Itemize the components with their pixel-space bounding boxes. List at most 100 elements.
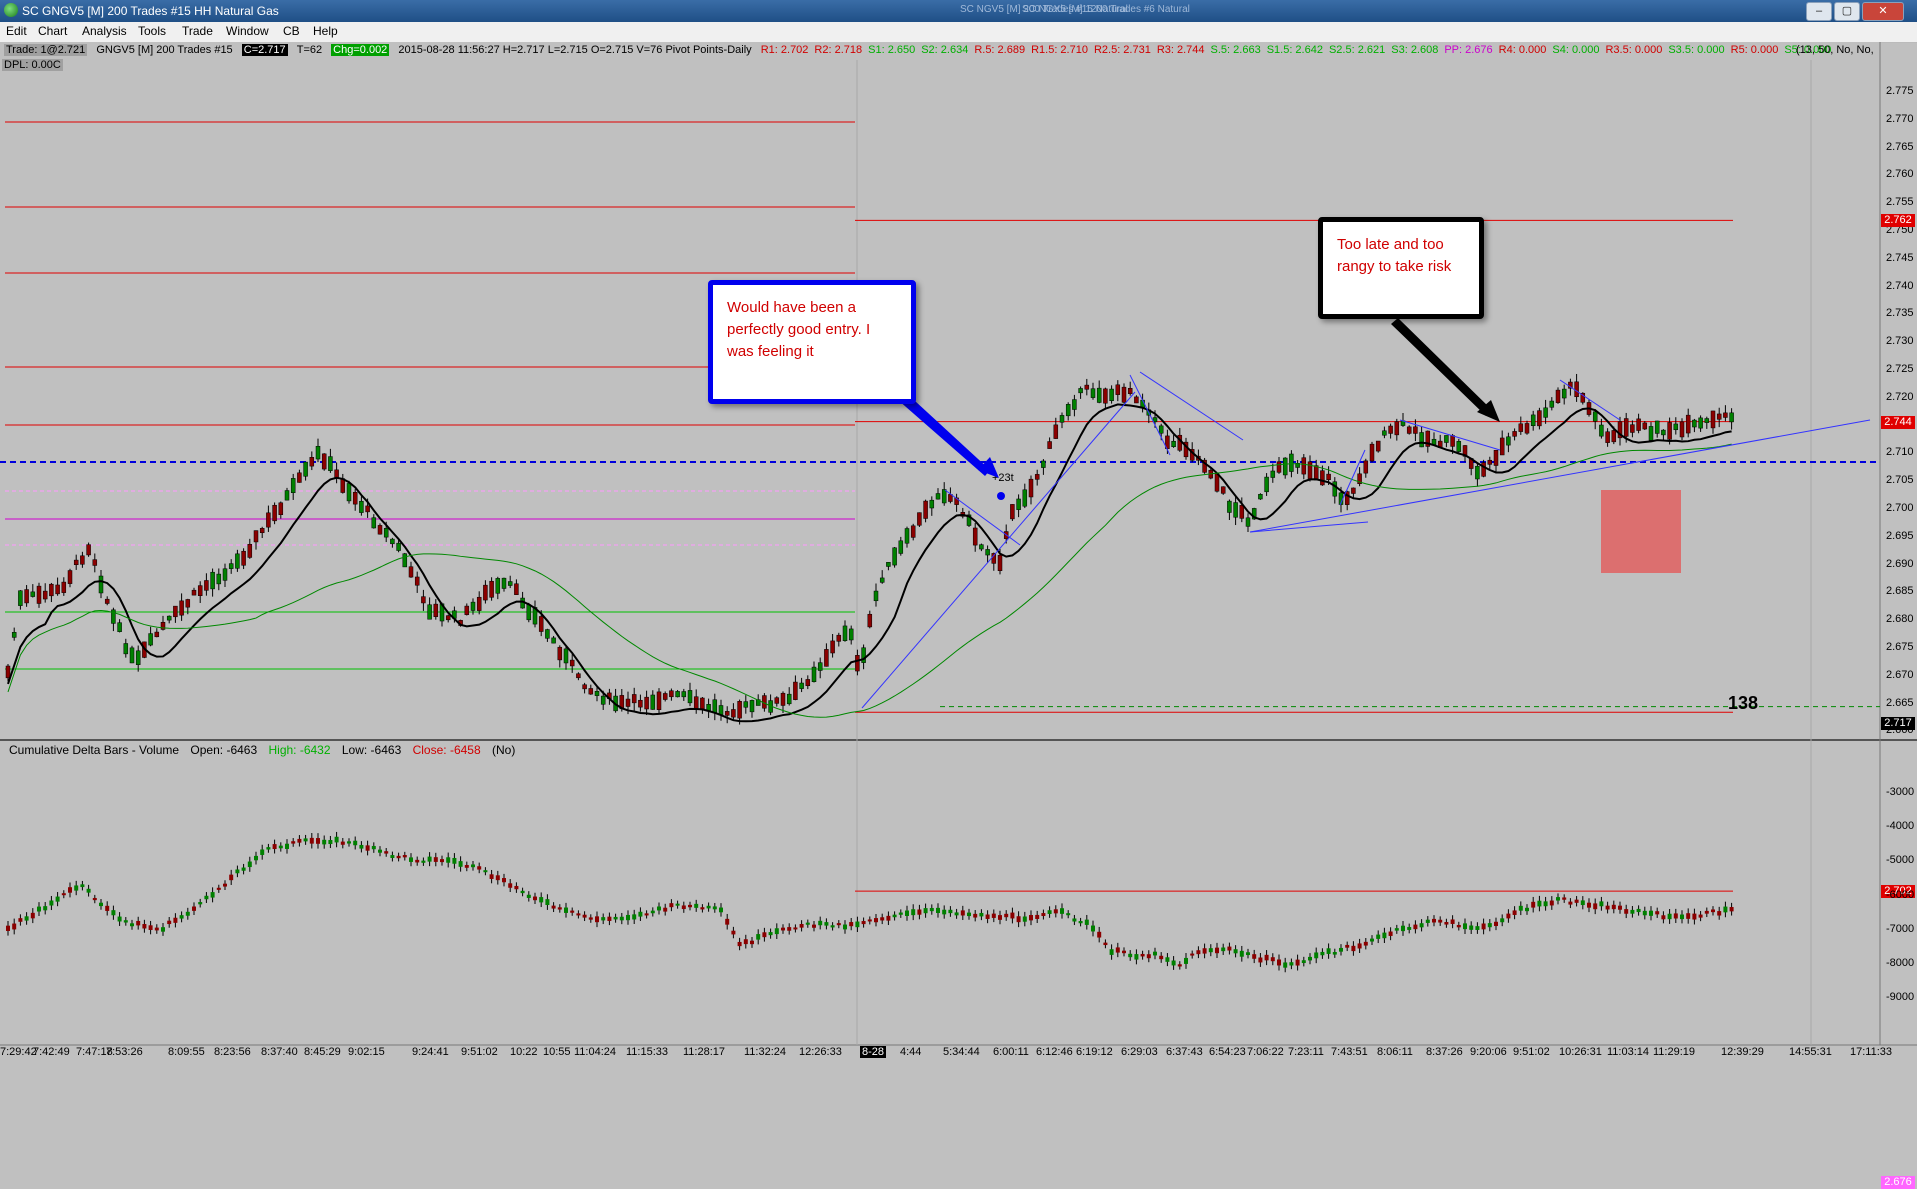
delta-bar bbox=[663, 907, 668, 912]
time-axis-label: 6:54:23 bbox=[1209, 1046, 1246, 1058]
delta-bar bbox=[1072, 918, 1077, 922]
candle-body bbox=[49, 583, 54, 597]
price-chart[interactable]: +23t bbox=[0, 0, 1917, 1058]
delta-bar bbox=[1419, 923, 1424, 928]
candle-body bbox=[489, 580, 494, 598]
pivot-value: R3.5: 0.000 bbox=[1605, 44, 1663, 56]
candle-body bbox=[501, 577, 507, 589]
delta-bar bbox=[892, 914, 897, 918]
delta-bar bbox=[161, 927, 165, 932]
delta-bar bbox=[1277, 959, 1281, 966]
delta-bar bbox=[1394, 928, 1399, 931]
price-axis-label: 2.730 bbox=[1886, 335, 1914, 348]
candle-body bbox=[1704, 418, 1710, 423]
delta-bar bbox=[502, 878, 506, 883]
candle-body bbox=[259, 528, 265, 534]
delta-bar bbox=[1463, 923, 1467, 930]
delta-bar bbox=[725, 918, 730, 925]
delta-bar bbox=[105, 905, 110, 911]
candle-body bbox=[997, 554, 1003, 571]
delta-bar bbox=[1376, 934, 1381, 939]
delta-bar bbox=[74, 885, 79, 891]
delta-bar bbox=[427, 856, 432, 862]
candle-body bbox=[724, 711, 730, 716]
candle-body bbox=[1134, 396, 1139, 404]
candle-body bbox=[1010, 504, 1015, 520]
delta-bar bbox=[1171, 960, 1176, 966]
delta-bar bbox=[1078, 921, 1083, 924]
candle-body bbox=[1369, 443, 1375, 462]
delta-bar bbox=[142, 924, 147, 929]
time-axis-label: 4:44 bbox=[900, 1046, 922, 1058]
candle-body bbox=[1282, 457, 1288, 476]
delta-bar bbox=[440, 859, 444, 863]
time-axis-label: 6:19:12 bbox=[1076, 1046, 1113, 1058]
candle-body bbox=[644, 696, 649, 710]
candle-body bbox=[1041, 460, 1046, 468]
delta-bar bbox=[1475, 926, 1480, 930]
delta-bar bbox=[719, 907, 723, 913]
pivot-value: R1: 2.702 bbox=[760, 44, 809, 56]
candle-body bbox=[104, 598, 110, 604]
price-axis-label: 2.690 bbox=[1886, 557, 1914, 570]
candle-body bbox=[669, 690, 674, 698]
candle-body bbox=[873, 590, 879, 602]
candle-body bbox=[216, 573, 222, 585]
candle-body bbox=[1227, 500, 1232, 513]
candle-body bbox=[352, 491, 358, 505]
delta-bar bbox=[756, 934, 761, 940]
candle-body bbox=[1245, 517, 1251, 527]
time-axis-label: 5:34:44 bbox=[943, 1046, 980, 1058]
delta-bar bbox=[68, 887, 72, 893]
candle-body bbox=[886, 562, 891, 567]
delta-bar bbox=[185, 911, 190, 916]
delta-bar bbox=[421, 860, 426, 863]
pivot-value: S1.5: 2.642 bbox=[1266, 44, 1323, 56]
delta-bar bbox=[619, 916, 624, 921]
delta-bar bbox=[1655, 911, 1660, 915]
candle-body bbox=[1444, 435, 1449, 443]
time-axis-label: 12:26:33 bbox=[799, 1046, 842, 1058]
candle-body bbox=[650, 694, 656, 710]
candle-body bbox=[1716, 413, 1722, 420]
delta-bar bbox=[1177, 964, 1182, 967]
delta-bar bbox=[179, 915, 184, 919]
candle-body bbox=[1382, 430, 1387, 436]
candle-body bbox=[1506, 436, 1511, 446]
delta-bar bbox=[328, 839, 333, 845]
candle-body bbox=[427, 604, 432, 620]
candle-body bbox=[700, 697, 705, 710]
delta-bar bbox=[1091, 925, 1095, 932]
delta-bar bbox=[1667, 913, 1672, 920]
pivot-values: R1: 2.702 R2: 2.718 S1: 2.650 S2: 2.634 R.5:… bbox=[761, 44, 1838, 56]
candle-body bbox=[1065, 404, 1071, 417]
delta-bar bbox=[1729, 907, 1734, 912]
delta-bar bbox=[526, 894, 531, 898]
candle-body bbox=[390, 538, 395, 545]
candle-body bbox=[1270, 470, 1276, 478]
delta-bar bbox=[99, 902, 103, 907]
delta-bar bbox=[241, 867, 246, 871]
delta-bar bbox=[365, 845, 370, 851]
delta-bar bbox=[173, 917, 178, 923]
delta-bar bbox=[1215, 947, 1219, 954]
candle-body bbox=[1028, 478, 1034, 498]
delta-bar bbox=[1196, 950, 1201, 955]
delta-bar bbox=[1233, 949, 1238, 954]
delta-bar bbox=[750, 940, 754, 945]
candle-body bbox=[892, 547, 897, 566]
delta-bar bbox=[905, 910, 909, 916]
time-axis-label: 6:00:11 bbox=[993, 1046, 1029, 1058]
delta-bar bbox=[1580, 900, 1585, 906]
candle-body bbox=[1630, 424, 1635, 433]
delta-bar bbox=[229, 874, 234, 881]
delta-bar bbox=[285, 843, 289, 849]
price-axis-label: 2.760 bbox=[1886, 168, 1914, 181]
delta-bar bbox=[477, 866, 482, 870]
price-axis-label: 2.705 bbox=[1886, 474, 1914, 487]
candle-body bbox=[495, 578, 501, 594]
candle-body bbox=[402, 553, 408, 568]
candle-body bbox=[179, 600, 184, 616]
symbol-info: GNGV5 [M] 200 Trades #15 bbox=[96, 44, 233, 56]
candle-body bbox=[1363, 460, 1369, 474]
